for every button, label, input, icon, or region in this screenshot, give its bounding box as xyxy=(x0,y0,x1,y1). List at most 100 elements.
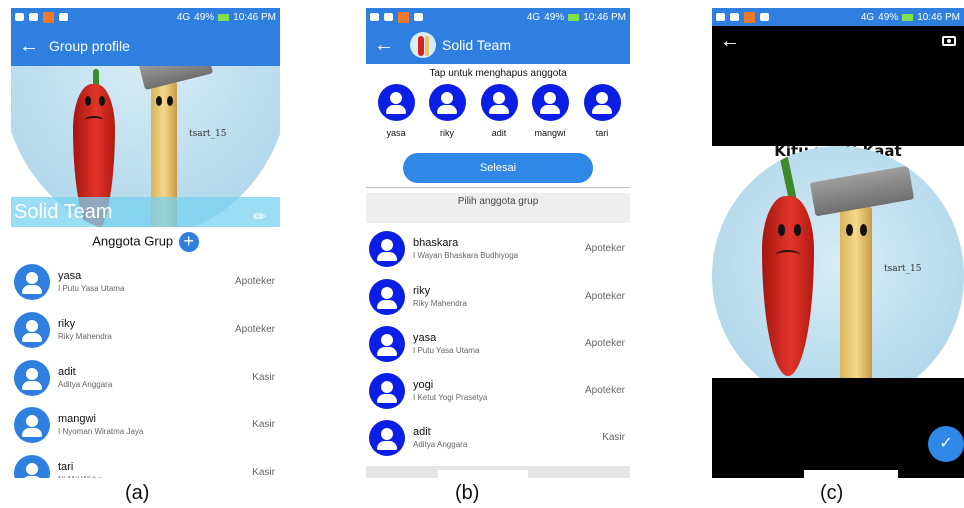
person-avatar-icon xyxy=(583,84,621,121)
edit-brush-icon[interactable]: ✏ xyxy=(253,203,266,233)
member-row[interactable]: riky Riky Mahendra Apoteker xyxy=(11,306,280,353)
chat-icon xyxy=(29,13,38,21)
battery-icon xyxy=(902,13,914,21)
art-signature: tsart_15 xyxy=(884,264,922,274)
clock: 10:46 PM xyxy=(583,11,626,23)
battery-level: 49% xyxy=(544,11,565,23)
candidate-row[interactable]: riky Riky Mahendra Apoteker xyxy=(366,273,630,320)
candidate-row[interactable]: adit Aditya Anggara Kasir xyxy=(366,414,630,461)
candidate-row[interactable]: bhaskara I Wayan Bhaskara Budhiyoga Apotek… xyxy=(366,225,630,272)
app-bar: ← Solid Team xyxy=(366,26,630,64)
network-indicator: 4G xyxy=(860,11,875,23)
member-name: yasa xyxy=(58,270,82,282)
panel-photo-crop: 4G49% 10:46 PM ← Kitu paati Kaat tsart_15… xyxy=(712,8,964,478)
member-fullname: I Nyoman Wiratma Jaya xyxy=(58,427,144,436)
member-row[interactable]: yasa I Putu Yasa Utama Apoteker xyxy=(11,258,280,305)
chat-icon xyxy=(730,13,739,21)
member-name: tari xyxy=(58,461,74,473)
person-avatar-icon xyxy=(369,419,405,456)
panel-edit-members: 4G 49% 10:46 PM ← Solid Team Tap untuk men… xyxy=(366,8,630,478)
selected-member-label: riky xyxy=(440,128,454,138)
member-role: Kasir xyxy=(252,467,275,478)
status-bar: 4G 49% 10:46 PM xyxy=(712,8,964,26)
group-avatar[interactable] xyxy=(410,32,436,58)
eye xyxy=(99,96,105,106)
selected-member-adit[interactable]: adit xyxy=(479,84,519,138)
candidate-role: Kasir xyxy=(602,432,625,443)
clock: 10:46 PM xyxy=(917,11,960,23)
members-header-label: Anggota Grup xyxy=(92,233,174,249)
remove-instruction: Tap untuk menghapus anggota xyxy=(429,68,567,79)
eye xyxy=(167,96,173,106)
back-arrow-icon[interactable]: ← xyxy=(374,34,398,57)
person-avatar-icon xyxy=(14,406,50,443)
candidate-row[interactable]: yasa I Putu Yasa Utama Apoteker xyxy=(366,320,630,367)
selected-member-yasa[interactable]: yasa xyxy=(376,84,416,138)
candidate-fullname: Riky Mahendra xyxy=(413,299,467,308)
avatar-art: tsart_15 xyxy=(712,146,964,378)
selected-member-label: adit xyxy=(491,128,507,138)
selected-member-label: tari xyxy=(595,128,609,138)
person-avatar-icon xyxy=(14,263,50,300)
candidate-name: adit xyxy=(413,426,431,438)
page-title: Solid Team xyxy=(442,37,512,53)
footer-bar xyxy=(438,470,528,478)
photo-preview[interactable]: Kitu paati Kaat tsart_15 xyxy=(712,146,964,378)
battery-level: 49% xyxy=(194,11,215,23)
status-bar: 4G 49% 10:46 PM xyxy=(366,8,630,26)
confirm-check-button[interactable]: ✓ xyxy=(928,426,964,462)
done-button[interactable]: Selesai xyxy=(403,153,593,183)
member-row[interactable]: mangwi I Nyoman Wiratma Jaya Kasir xyxy=(11,401,280,448)
eye xyxy=(156,96,162,106)
member-fullname: Aditya Anggara xyxy=(58,380,113,389)
add-member-button[interactable]: + xyxy=(178,232,199,252)
eye xyxy=(85,96,91,106)
member-name: adit xyxy=(58,366,76,378)
pick-members-label: Pilih anggota grup xyxy=(366,193,630,223)
app-bar: ← Group profile xyxy=(11,26,280,66)
member-name: mangwi xyxy=(58,413,96,425)
member-role: Kasir xyxy=(252,372,275,383)
battery-level: 49% xyxy=(878,11,899,23)
status-bar: 4G 49% 10:46 PM xyxy=(11,8,280,26)
caption-b: (b) xyxy=(455,482,480,504)
candidate-fullname: I Wayan Bhaskara Budhiyoga xyxy=(413,251,519,260)
battery-icon xyxy=(218,13,230,21)
message-icon xyxy=(716,13,725,21)
member-role: Apoteker xyxy=(234,276,275,287)
candidate-fullname: I Ketut Yogi Prasetya xyxy=(413,393,488,402)
candidate-name: yasa xyxy=(413,332,437,344)
divider xyxy=(366,187,630,188)
app-icon xyxy=(398,11,409,23)
back-arrow-icon[interactable]: ← xyxy=(19,35,43,58)
back-arrow-icon[interactable]: ← xyxy=(720,30,744,53)
message-icon xyxy=(15,13,24,21)
member-fullname: Ni Md Widya xyxy=(58,475,252,478)
art-signature: tsart_15 xyxy=(189,129,227,139)
network-indicator: 4G xyxy=(526,11,541,23)
member-row[interactable]: tari Ni Md WidyaKasir xyxy=(11,449,280,478)
chili-stem xyxy=(779,153,797,201)
selected-member-mangwi[interactable]: mangwi xyxy=(530,84,570,138)
mail-icon xyxy=(414,13,423,21)
candidate-fullname: I Putu Yasa Utama xyxy=(413,346,480,355)
person-avatar-icon xyxy=(531,84,569,121)
person-avatar-icon xyxy=(428,84,466,121)
hammer-handle xyxy=(840,206,872,378)
selected-member-tari[interactable]: tari xyxy=(582,84,622,138)
candidate-name: bhaskara xyxy=(413,237,459,249)
camera-icon[interactable] xyxy=(942,36,956,46)
eye xyxy=(846,224,853,236)
person-avatar-icon xyxy=(480,84,518,121)
person-avatar-icon xyxy=(377,84,415,121)
chili-figure xyxy=(762,196,814,376)
selected-member-riky[interactable]: riky xyxy=(427,84,467,138)
candidate-row[interactable]: yogi I Ketut Yogi Prasetya Apoteker xyxy=(366,367,630,414)
caption-a: (a) xyxy=(125,482,150,504)
person-avatar-icon xyxy=(369,278,405,315)
team-name: Solid Team xyxy=(14,201,113,223)
candidate-role: Apoteker xyxy=(584,385,625,396)
mail-icon xyxy=(59,13,68,21)
crop-toolbar: ← xyxy=(712,26,964,56)
member-row[interactable]: adit Aditya Anggara Kasir xyxy=(11,354,280,401)
